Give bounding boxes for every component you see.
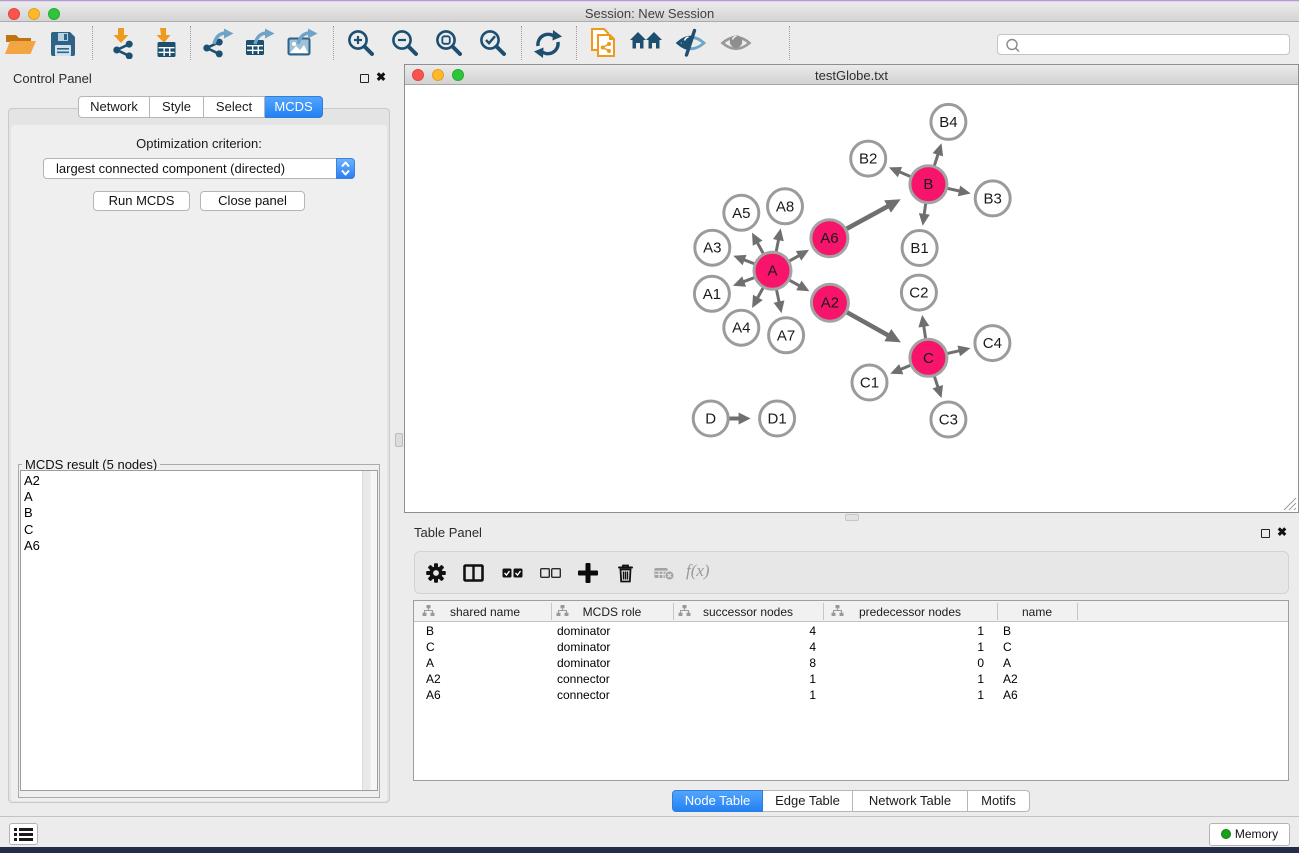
svg-text:C3: C3 (939, 412, 958, 429)
svg-text:C: C (923, 350, 934, 367)
svg-text:A4: A4 (732, 320, 750, 337)
svg-text:A: A (767, 263, 777, 280)
svg-text:B1: B1 (910, 240, 928, 257)
svg-text:D: D (705, 411, 716, 428)
svg-text:D1: D1 (768, 411, 787, 428)
svg-text:A3: A3 (703, 240, 721, 257)
svg-text:A8: A8 (776, 198, 794, 215)
svg-text:A7: A7 (777, 327, 795, 344)
svg-text:C4: C4 (983, 335, 1002, 352)
svg-text:B4: B4 (939, 114, 957, 131)
svg-text:A5: A5 (732, 205, 750, 222)
svg-text:B2: B2 (859, 151, 877, 168)
svg-text:C1: C1 (860, 375, 879, 392)
svg-text:C2: C2 (909, 285, 928, 302)
svg-text:A2: A2 (821, 295, 839, 312)
svg-text:B: B (923, 176, 933, 193)
svg-text:B3: B3 (984, 190, 1002, 207)
svg-text:A1: A1 (703, 286, 721, 303)
svg-text:A6: A6 (820, 230, 838, 247)
